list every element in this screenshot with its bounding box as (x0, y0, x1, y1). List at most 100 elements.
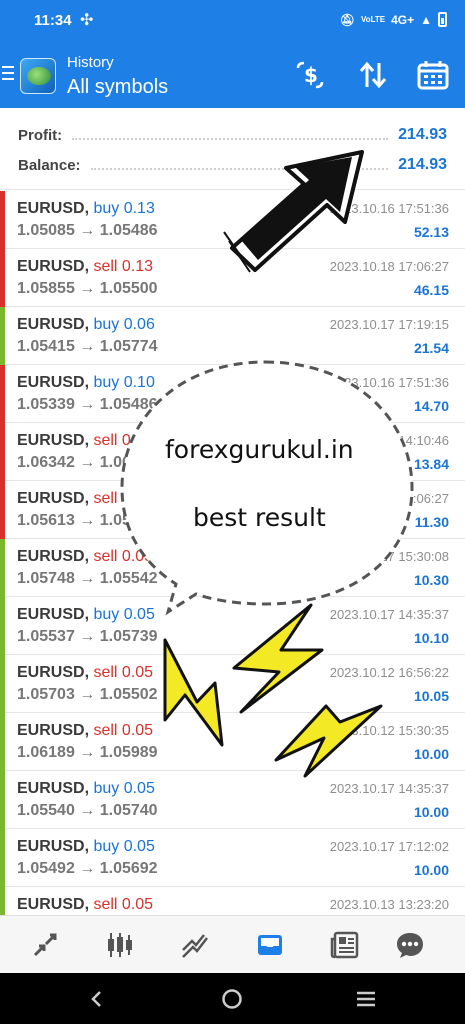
trade-row[interactable]: EURUSD, buy 0.13 1.05085 → 1.05486 2023.10… (0, 191, 465, 249)
chat-icon[interactable] (395, 930, 425, 960)
trade-direction: sell 0.06 (93, 432, 154, 449)
trade-symbol: EURUSD, buy 0.05 (17, 780, 155, 797)
trade-symbol: EURUSD, buy 0.13 (17, 200, 155, 217)
trade-row[interactable]: EURUSD, buy 0.05 1.05540 → 1.05740 2023.10… (0, 771, 465, 829)
trade-date: 2023.10.17 14:35:37 (329, 781, 449, 796)
trade-profit: 13.84 (413, 456, 449, 472)
profit-label: Profit: (18, 126, 63, 144)
svg-text:$: $ (304, 63, 318, 87)
mute-icon: 🔕︎ (339, 12, 355, 27)
trade-status-bar (0, 713, 5, 771)
status-bar: 11:34 ✣ 🔕︎ VoLTE 4G+ ▲ (0, 0, 465, 40)
status-time: 11:34 (34, 12, 72, 29)
currency-exchange-icon[interactable]: $ (294, 60, 328, 90)
trade-date: 2023.10.13 13:23:20 (329, 897, 449, 912)
fan-icon: ✣ (80, 12, 94, 29)
trade-date: 2023.10.12 16:56:22 (329, 665, 449, 680)
trade-status-bar (0, 481, 5, 539)
trade-date: 2023.10.17 14:35:37 (329, 607, 449, 622)
trade-prices: 1.05537 → 1.05739 (17, 628, 158, 645)
trade-profit: 10.10 (413, 630, 449, 646)
trade-symbol: EURUSD, sell 0.13 (17, 258, 154, 275)
trade-direction: buy 0.05 (93, 606, 155, 623)
trade-row[interactable]: EURUSD, buy 0.06 1.05415 → 1.05774 2023.10… (0, 307, 465, 365)
chart-icon[interactable] (105, 930, 135, 960)
balance-row: Balance: 214.93 (18, 154, 447, 176)
trade-direction: buy 0.06 (93, 316, 155, 333)
profit-value: 214.93 (398, 126, 447, 143)
trade-symbol: EURUSD, sell 0.05 (17, 896, 154, 913)
trade-prices: 1.05339 → 1.05486 (17, 396, 158, 413)
trade-row[interactable]: EURUSD, sell 0.05 1.05748 → 1.05542 2023.1… (0, 539, 465, 597)
trade-prices: 1.05415 → 1.05774 (17, 338, 158, 355)
trade-prices: 1.06342 → 1.06112 (17, 454, 157, 471)
trade-status-bar (0, 365, 5, 423)
trade-status-bar (0, 597, 5, 655)
trade-row[interactable]: EURUSD, sell 0.05 1.05613 → 1.05387 2023.1… (0, 481, 465, 539)
quotes-icon[interactable] (30, 930, 60, 960)
trade-prices: 1.05492 → 1.05692 (17, 860, 158, 877)
network-label: 4G+ (391, 12, 415, 27)
trade-status-bar (0, 191, 5, 249)
trade-status-bar (0, 307, 5, 365)
trade-row[interactable]: EURUSD, sell 0.13 1.05855 → 1.05500 2023.1… (0, 249, 465, 307)
trade-profit: 21.54 (413, 340, 449, 356)
recents-icon[interactable] (355, 990, 377, 1008)
trade-direction: sell 0.05 (93, 490, 154, 507)
trade-direction: buy 0.05 (93, 780, 155, 797)
calendar-icon[interactable] (416, 60, 450, 90)
sort-icon[interactable] (356, 60, 390, 90)
profit-row: Profit: 214.93 (18, 124, 447, 146)
trade-row[interactable]: EURUSD, sell 0.06 1.06342 → 1.06112 2023.1… (0, 423, 465, 481)
trade-symbol: EURUSD, sell 0.05 (17, 722, 154, 739)
trade-date: 2023.10.18 14:10:46 (329, 433, 449, 448)
trade-row[interactable]: EURUSD, buy 0.10 1.05339 → 1.05486 2023.10… (0, 365, 465, 423)
trade-status-bar (0, 539, 5, 597)
trade-prices: 1.06189 → 1.05989 (17, 744, 158, 761)
trade-row[interactable]: EURUSD, buy 0.05 1.05492 → 1.05692 2023.10… (0, 829, 465, 887)
trade-prices: 1.05703 → 1.05502 (17, 686, 158, 703)
trade-row[interactable]: EURUSD, buy 0.05 1.05537 → 1.05739 2023.10… (0, 597, 465, 655)
trade-symbol: EURUSD, buy 0.05 (17, 606, 155, 623)
trade-symbol: EURUSD, sell 0.05 (17, 490, 154, 507)
history-icon[interactable] (255, 930, 285, 960)
trade-status-bar (0, 423, 5, 481)
trade-profit: 14.70 (413, 398, 449, 414)
trade-prices: 1.05613 → 1.05387 (17, 512, 158, 529)
trade-row[interactable]: EURUSD, sell 0.05 1.06189 → 1.05989 2023.1… (0, 713, 465, 771)
trade-direction: sell 0.05 (93, 664, 154, 681)
trade-profit: 10.00 (413, 862, 449, 878)
trade-direction: sell 0.05 (93, 548, 154, 565)
trade-status-bar (0, 249, 5, 307)
trade-date: 2023.10.16 17:51:36 (329, 201, 449, 216)
trade-direction: buy 0.10 (93, 374, 155, 391)
header-title[interactable]: All symbols (67, 76, 168, 99)
trade-symbol: EURUSD, sell 0.05 (17, 664, 154, 681)
trade-profit: 46.15 (413, 282, 449, 298)
trade-date: 2023.10.12 15:30:35 (329, 723, 449, 738)
trade-direction: sell 0.05 (93, 896, 154, 913)
trade-date: 2023.10.16 17:51:36 (329, 375, 449, 390)
trade-symbol: EURUSD, sell 0.06 (17, 432, 154, 449)
trade-direction: buy 0.05 (93, 838, 155, 855)
trade-status-bar (0, 771, 5, 829)
trade-status-bar (0, 829, 5, 887)
trade-profit: 10.00 (413, 746, 449, 762)
trade-date: 2023.10.17 15:30:08 (329, 549, 449, 564)
trade-row[interactable]: EURUSD, sell 0.05 1.05703 → 1.05502 2023.1… (0, 655, 465, 713)
volte-icon: VoLTE (360, 14, 386, 24)
battery-icon (438, 12, 447, 27)
app-logo (20, 58, 56, 94)
trade-symbol: EURUSD, buy 0.05 (17, 838, 155, 855)
news-icon[interactable] (330, 930, 360, 960)
trade-prices: 1.05085 → 1.05486 (17, 222, 158, 239)
system-navigation-bar (0, 973, 465, 1024)
home-icon[interactable] (221, 988, 243, 1010)
menu-icon[interactable] (2, 66, 14, 84)
trade-icon[interactable] (180, 930, 210, 960)
trade-date: 2023.10.17 17:12:02 (329, 839, 449, 854)
balance-value: 214.93 (398, 156, 447, 173)
app-bar: History All symbols $ (0, 40, 465, 108)
trade-prices: 1.05540 → 1.05740 (17, 802, 158, 819)
back-icon[interactable] (88, 989, 106, 1009)
